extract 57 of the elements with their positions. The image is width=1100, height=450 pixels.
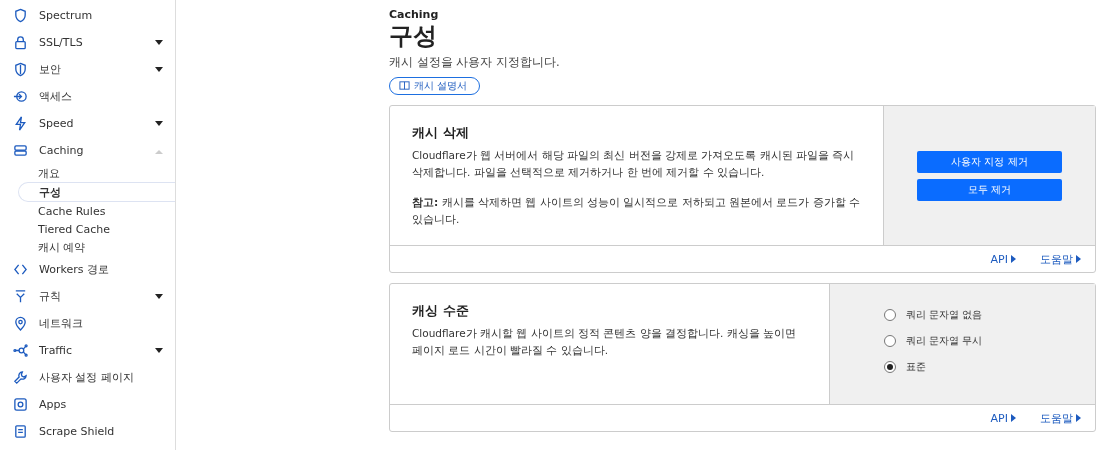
sidebar-item[interactable]: Traffic	[0, 337, 175, 364]
book-icon	[399, 80, 410, 91]
sidebar-item[interactable]: Apps	[0, 391, 175, 418]
apps-icon	[13, 397, 28, 412]
triangle-icon	[1011, 414, 1016, 422]
card-description: 참고: 캐시를 삭제하면 웹 사이트의 성능이 일시적으로 저하되고 원본에서 로드가 증가할 수 있습니다.	[412, 195, 861, 227]
sign-in-icon	[13, 89, 28, 104]
filter-icon	[13, 289, 28, 304]
sidebar-subitem[interactable]: 개요	[18, 164, 175, 182]
server-icon	[13, 143, 28, 158]
lightning-icon	[13, 116, 28, 131]
triangle-icon	[1076, 414, 1081, 422]
footer-link[interactable]: 도움말	[1040, 410, 1081, 426]
card-title: 캐싱 수준	[412, 302, 470, 320]
purge-button[interactable]: 사용자 지정 제거	[917, 150, 1062, 173]
card-title: 캐시 삭제	[412, 124, 470, 142]
card-description: Cloudflare가 웹 서버에서 해당 파일의 최신 버전을 강제로 가져오도록 캐시된 파일을 즉시 삭제합니다. 파일을 선택적으로 제거하거나 한 번에 제거할 수 있습니다.	[412, 148, 856, 180]
sidebar-subitem[interactable]: 캐시 예약	[18, 238, 175, 256]
sidebar-item[interactable]: 네트워크	[0, 310, 175, 337]
card-description: Cloudflare가 캐시할 웹 사이트의 정적 콘텐츠 양을 결정합니다. 캐싱을 높이면 페이지 로드 시간이 빨라질 수 있습니다.	[412, 326, 797, 358]
code-icon	[13, 262, 28, 277]
sidebar-item[interactable]: 규칙	[0, 283, 175, 310]
radio-button[interactable]	[884, 360, 896, 373]
sidebar-item[interactable]: Spectrum	[0, 2, 175, 29]
docs-link[interactable]: 캐시 설명서	[389, 76, 481, 95]
radio-label: 표준	[906, 359, 926, 374]
footer-link[interactable]: API	[990, 411, 1016, 425]
location-pin-icon	[13, 316, 28, 331]
purge-button[interactable]: 모두 제거	[917, 178, 1062, 201]
sidebar-item[interactable]: Caching	[0, 137, 175, 164]
triangle-icon	[1011, 255, 1016, 263]
page-subtitle: 캐시 설정을 사용자 지정합니다.	[389, 55, 561, 70]
footer-link[interactable]: API	[990, 252, 1016, 266]
wrench-icon	[13, 370, 28, 385]
sidebar-item[interactable]: 사용자 설정 페이지	[0, 364, 175, 391]
sidebar-item[interactable]: 보안	[0, 56, 175, 83]
sidebar-item[interactable]: Speed	[0, 110, 175, 137]
lock-icon	[13, 35, 28, 50]
shield-icon	[13, 62, 28, 77]
page-title: 구성	[389, 21, 438, 51]
sidebar-item[interactable]: Scrape Shield	[0, 418, 175, 445]
radio-label: 쿼리 문자열 없음	[906, 307, 983, 322]
radio-button[interactable]	[884, 308, 896, 321]
radio-label: 쿼리 문자열 무시	[906, 333, 983, 348]
footer-link[interactable]: 도움말	[1040, 251, 1081, 267]
radio-button[interactable]	[884, 334, 896, 347]
network-icon	[13, 343, 28, 358]
sidebar-item[interactable]: Workers 경로	[0, 256, 175, 283]
sidebar-subitem[interactable]: Tiered Cache	[18, 220, 175, 238]
breadcrumb: Caching	[389, 8, 440, 21]
document-icon	[13, 424, 28, 439]
triangle-icon	[1076, 255, 1081, 263]
sidebar-item[interactable]: 액세스	[0, 83, 175, 110]
sidebar-subitem[interactable]: Cache Rules	[18, 202, 175, 220]
sidebar-subitem[interactable]: 구성	[18, 182, 175, 202]
shield-icon	[13, 8, 28, 23]
sidebar-item[interactable]: SSL/TLS	[0, 29, 175, 56]
